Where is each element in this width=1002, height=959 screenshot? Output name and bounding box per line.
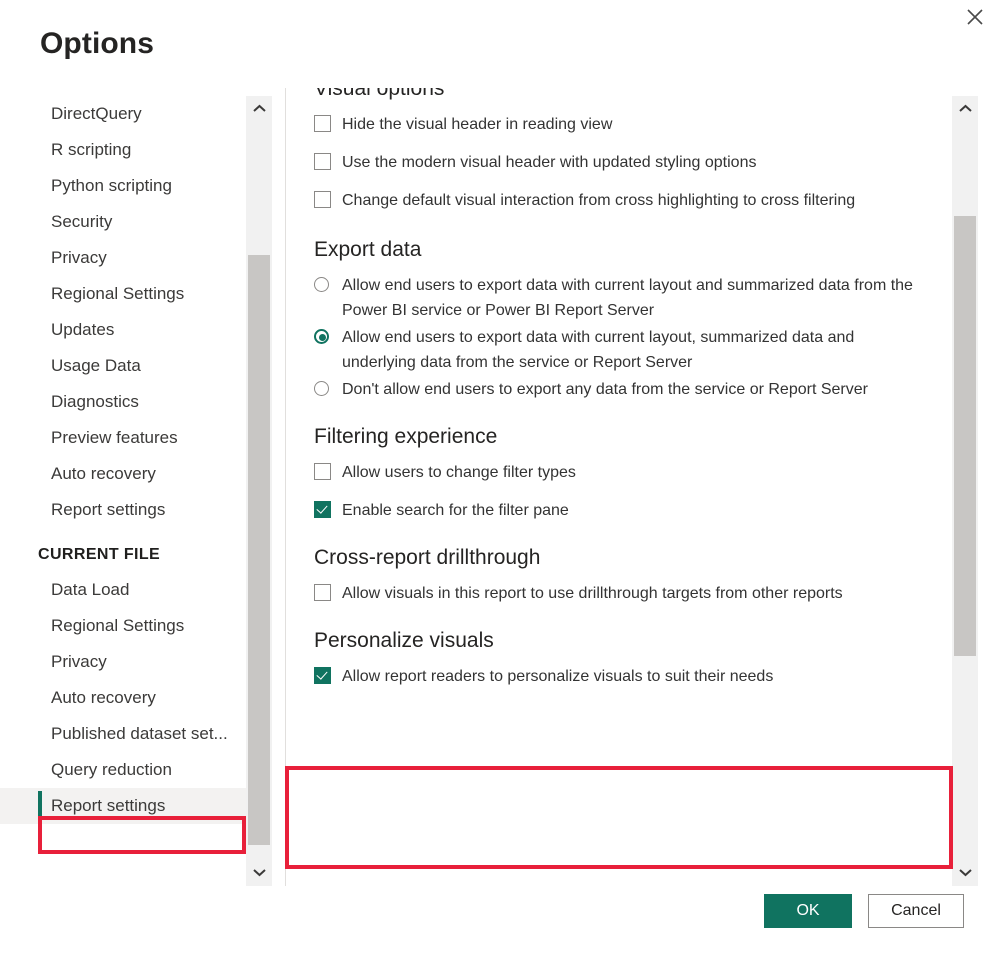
option-label: Change default visual interaction from c… [342,188,922,213]
page-title: Options [40,27,154,61]
checkbox-option-row[interactable]: Allow users to change filter types [286,460,944,485]
ok-button[interactable]: OK [764,894,852,928]
sidebar-item-python-scripting[interactable]: Python scripting [0,168,246,204]
sidebar-item-label: Diagnostics [51,392,139,411]
options-dialog: Options DirectQuery R scripting Python scr… [0,0,1002,959]
sidebar-item-label: Python scripting [51,176,172,195]
sidebar-item-regional-settings[interactable]: Regional Settings [0,608,246,644]
dialog-titlebar: Options [0,0,1002,88]
sidebar-item-label: Updates [51,320,114,339]
content-scroll-thumb[interactable] [954,216,976,656]
cancel-button[interactable]: Cancel [868,894,964,928]
sidebar-item-preview-features[interactable]: Preview features [0,420,246,456]
section-heading-export-data: Export data [286,235,944,265]
checkbox-unchecked-icon[interactable] [314,584,331,601]
checkbox-option-row[interactable]: Allow visuals in this report to use dril… [286,581,944,606]
sidebar-item-label: Regional Settings [51,284,184,303]
option-label: Allow visuals in this report to use dril… [342,581,922,606]
checkbox-unchecked-icon[interactable] [314,115,331,132]
radio-option-row[interactable]: Allow end users to export data with curr… [286,273,944,323]
sidebar-item-label: Security [51,212,112,231]
checkbox-checked-icon[interactable] [314,501,331,518]
sidebar-item-regional-settings[interactable]: Regional Settings [0,276,246,312]
sidebar-item-label: Privacy [51,248,107,267]
sidebar-item-label: Usage Data [51,356,141,375]
checkbox-option-row[interactable]: Hide the visual header in reading view [286,112,944,137]
sidebar-scroll-down-button[interactable] [246,860,272,886]
radio-option-row[interactable]: Don't allow end users to export any data… [286,377,944,402]
content-scroll-up-button[interactable] [952,96,978,122]
chevron-down-icon [253,864,266,882]
sidebar-item-label: Query reduction [51,760,172,779]
sidebar-item-usage-data[interactable]: Usage Data [0,348,246,384]
sidebar-item-security[interactable]: Security [0,204,246,240]
sidebar-item-published-dataset-set[interactable]: Published dataset set... [0,716,246,752]
checkbox-option-row[interactable]: Use the modern visual header with update… [286,150,944,175]
radio-unselected-icon[interactable] [314,381,329,396]
sidebar-item-auto-recovery[interactable]: Auto recovery [0,680,246,716]
chevron-down-icon [959,864,972,882]
dialog-footer: OK Cancel [0,886,1002,959]
sidebar-item-label: Privacy [51,652,107,671]
checkbox-option-row[interactable]: Allow report readers to personalize visu… [286,664,944,689]
sidebar-item-privacy[interactable]: Privacy [0,644,246,680]
sidebar-item-data-load[interactable]: Data Load [0,572,246,608]
content-scrollbar[interactable] [952,96,978,886]
sidebar-item-diagnostics[interactable]: Diagnostics [0,384,246,420]
close-button[interactable] [952,0,998,34]
option-label: Allow users to change filter types [342,460,922,485]
option-label: Allow report readers to personalize visu… [342,664,922,689]
option-label: Allow end users to export data with curr… [342,273,922,323]
section-heading-filtering-experience: Filtering experience [286,422,944,452]
radio-unselected-icon[interactable] [314,277,329,292]
chevron-up-icon [959,100,972,118]
sidebar-item-updates[interactable]: Updates [0,312,246,348]
option-label: Allow end users to export data with curr… [342,325,922,375]
sidebar-item-label: Published dataset set... [51,724,228,743]
sidebar-item-report-settings[interactable]: Report settings [0,492,246,528]
sidebar-item-label: Report settings [51,796,165,815]
sidebar-item-label: R scripting [51,140,131,159]
sidebar-item-privacy[interactable]: Privacy [0,240,246,276]
sidebar-item-label: Preview features [51,428,178,447]
sidebar-group-title-current-file: CURRENT FILE [0,528,246,572]
close-icon [966,8,984,26]
sidebar-nav[interactable]: DirectQuery R scripting Python scripting Se… [0,96,246,886]
radio-option-row[interactable]: Allow end users to export data with curr… [286,325,944,375]
sidebar-item-r-scripting[interactable]: R scripting [0,132,246,168]
sidebar-scroll-thumb[interactable] [248,255,270,845]
sidebar-item-label: Regional Settings [51,616,184,635]
sidebar-item-label: Data Load [51,580,129,599]
sidebar-scroll-up-button[interactable] [246,96,272,122]
checkbox-unchecked-icon[interactable] [314,153,331,170]
option-label: Use the modern visual header with update… [342,150,922,175]
section-heading-cross-report-drillthrough: Cross-report drillthrough [286,543,944,573]
sidebar-item-label: Report settings [51,500,165,519]
chevron-up-icon [253,100,266,118]
option-label: Hide the visual header in reading view [342,112,922,137]
sidebar-item-report-settings[interactable]: Report settings [0,788,246,824]
checkbox-unchecked-icon[interactable] [314,463,331,480]
radio-selected-icon[interactable] [314,329,329,344]
checkbox-checked-icon[interactable] [314,667,331,684]
option-label: Enable search for the filter pane [342,498,922,523]
checkbox-option-row[interactable]: Enable search for the filter pane [286,498,944,523]
sidebar-scrollbar[interactable] [246,96,272,886]
sidebar-item-label: DirectQuery [51,104,142,123]
checkbox-unchecked-icon[interactable] [314,191,331,208]
settings-content-pane: Visual options Hide the visual header in … [286,88,944,886]
settings-sections: Visual options Hide the visual header in … [286,88,944,702]
sidebar-item-label: Auto recovery [51,464,156,483]
section-heading-personalize-visuals: Personalize visuals [286,626,944,656]
section-heading-visual-options: Visual options [286,88,944,104]
sidebar-item-auto-recovery[interactable]: Auto recovery [0,456,246,492]
option-label: Don't allow end users to export any data… [342,377,922,402]
sidebar-item-label: Auto recovery [51,688,156,707]
content-scroll-down-button[interactable] [952,860,978,886]
sidebar-item-directquery[interactable]: DirectQuery [0,96,246,132]
sidebar-item-query-reduction[interactable]: Query reduction [0,752,246,788]
checkbox-option-row[interactable]: Change default visual interaction from c… [286,188,944,213]
